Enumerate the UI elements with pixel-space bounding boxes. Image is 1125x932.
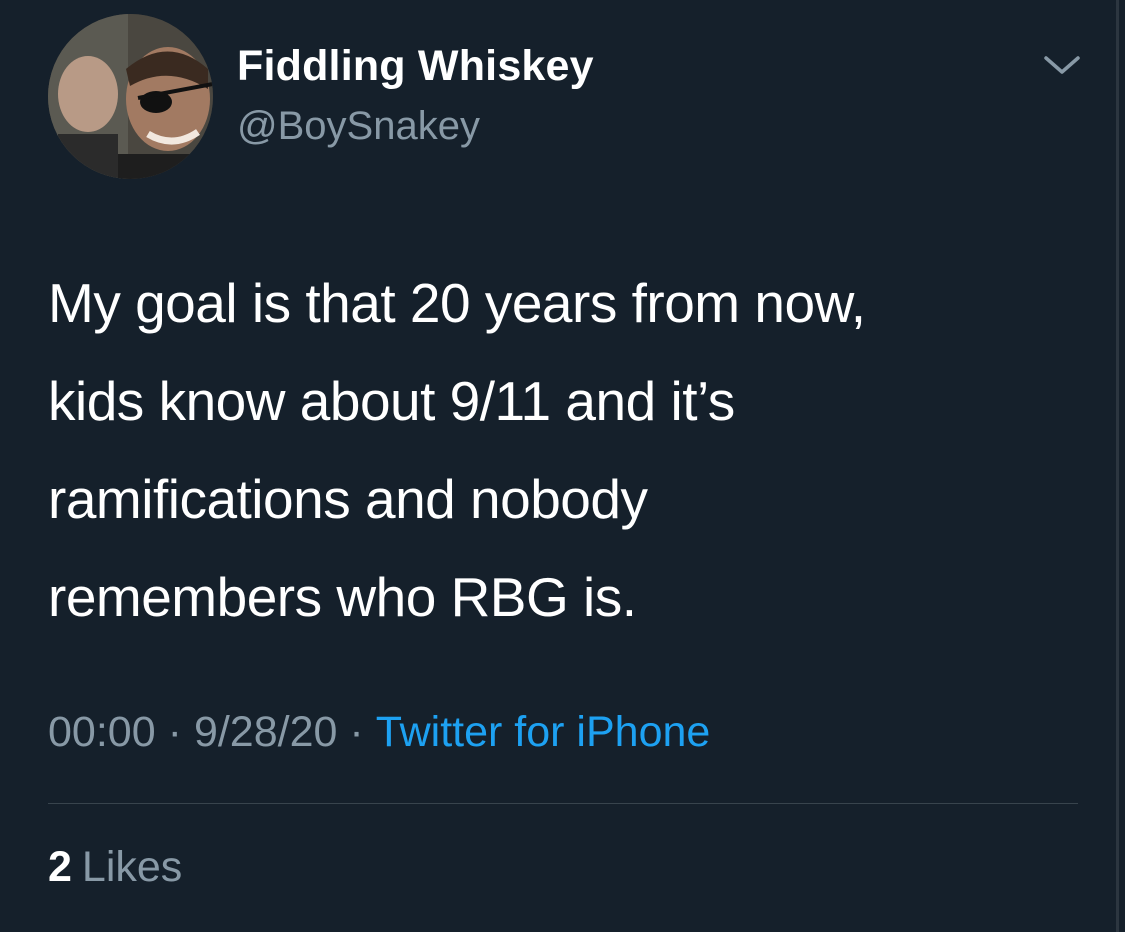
meta-separator: · <box>349 708 364 756</box>
tweet-text-line: remembers who RBG is. <box>48 566 637 628</box>
tweet-source-link[interactable]: Twitter for iPhone <box>376 708 711 756</box>
chevron-down-icon[interactable] <box>1040 50 1084 82</box>
tweet-text: My goal is that 20 years from now, kids … <box>48 254 1068 646</box>
tweet-detail: Fiddling Whiskey @BoySnakey My goal is t… <box>0 0 1125 932</box>
tweet-text-line: kids know about 9/11 and it’s <box>48 370 735 432</box>
meta-separator: · <box>167 708 182 756</box>
avatar[interactable] <box>48 14 213 179</box>
likes-label: Likes <box>81 843 183 891</box>
likes-stat[interactable]: 2 Likes <box>48 843 182 892</box>
tweet-date: 9/28/20 <box>193 708 338 756</box>
author-display-name[interactable]: Fiddling Whiskey <box>237 42 594 91</box>
tweet-meta: 00:00 · 9/28/20 · Twitter for iPhone <box>48 708 710 757</box>
profile-photo-icon <box>48 14 213 179</box>
scrollbar[interactable] <box>1116 0 1119 932</box>
tweet-time: 00:00 <box>48 708 156 756</box>
likes-count: 2 <box>48 843 72 891</box>
divider <box>48 803 1078 804</box>
tweet-text-line: My goal is that 20 years from now, <box>48 272 866 334</box>
tweet-text-line: ramifications and nobody <box>48 468 648 530</box>
author-handle[interactable]: @BoySnakey <box>237 104 480 149</box>
